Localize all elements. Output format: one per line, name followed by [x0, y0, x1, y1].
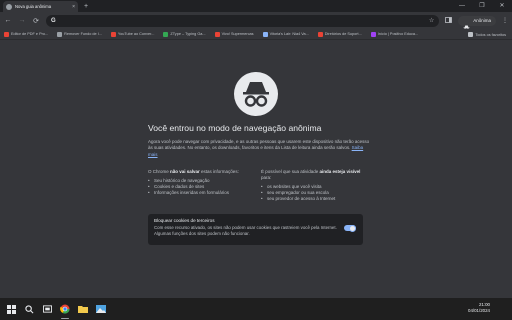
chrome-taskbar-button[interactable] [56, 298, 74, 320]
bookmark-item[interactable]: Diretórios de Suport... [317, 31, 362, 37]
bookmark-item[interactable]: Vivo! Supermercas [214, 31, 254, 37]
folder-icon [468, 32, 474, 37]
cookie-description: Com esse recurso ativado, os sites não p… [154, 225, 337, 236]
forward-button[interactable]: → [18, 17, 26, 24]
omnibox[interactable]: G ☆ [46, 14, 440, 27]
incognito-label: Anônima [473, 18, 491, 23]
reload-button[interactable]: ⟳ [32, 17, 40, 25]
cookie-title: Bloquear cookies de terceiros [154, 218, 215, 223]
bookmark-favicon-icon [57, 31, 63, 37]
bookmark-item[interactable]: Remover Fundo de I... [57, 31, 102, 37]
windows-logo-icon [6, 304, 16, 314]
incognito-profile-button[interactable]: Anônima [458, 15, 496, 31]
all-bookmarks-button[interactable]: Todos os favoritos [468, 32, 506, 37]
all-bookmarks-label: Todos os favoritos [475, 32, 506, 37]
file-explorer-button[interactable] [74, 298, 92, 320]
bookmark-label: Diretórios de Suport... [324, 32, 362, 36]
task-view-button[interactable] [38, 298, 56, 320]
bookmark-label: Início | Positivo Educa... [377, 32, 419, 36]
visible-to-heading: É possível que sua atividade ainda estej… [261, 169, 361, 180]
visible-to-list: os websites que você visitaseu empregado… [261, 184, 367, 202]
bookmark-star-icon[interactable]: ☆ [429, 17, 434, 24]
minimize-button[interactable]: — [452, 0, 472, 12]
search-button[interactable] [20, 298, 38, 320]
chrome-icon [60, 304, 70, 314]
block-cookies-toggle[interactable] [344, 224, 356, 232]
maximize-button[interactable]: ❐ [472, 0, 492, 12]
bookmark-item[interactable]: YouTube ao Conver... [110, 31, 155, 37]
close-tab-icon[interactable]: × [72, 4, 75, 10]
not-saved-list: Seu histórico de navegaçãoCookies e dado… [148, 178, 254, 196]
new-tab-button[interactable]: + [84, 1, 88, 12]
bookmark-label: Editor de PDF e Pro... [11, 32, 49, 36]
task-view-icon [42, 305, 52, 313]
menu-icon[interactable]: ⋮ [502, 17, 508, 24]
address-input[interactable] [59, 17, 425, 24]
bookmark-item[interactable]: Vitoria's Lair: Nia4 Va... [262, 31, 309, 37]
bookmark-item[interactable]: Início | Positivo Educa... [370, 31, 419, 37]
page-title: Você entrou no modo de navegação anônima [148, 123, 322, 133]
incognito-tab-icon [6, 3, 12, 10]
clock-date: 04/01/2024 [468, 308, 490, 313]
bookmark-favicon-icon [4, 31, 9, 37]
intro-text: Agora você pode navegar com privacidade,… [148, 139, 370, 158]
intro-body: Agora você pode navegar com privacidade,… [148, 139, 370, 151]
google-icon: G [51, 17, 56, 24]
search-icon [24, 304, 33, 313]
toolbar: ← → ⟳ G ☆ Anônima ⋮ [0, 12, 512, 31]
bookmark-favicon-icon [163, 31, 169, 37]
start-button[interactable] [2, 298, 20, 320]
back-button[interactable]: ← [4, 17, 12, 24]
photos-button[interactable] [92, 298, 110, 320]
system-clock[interactable]: 21:00 04/01/2024 [468, 302, 490, 314]
close-window-button[interactable]: ✕ [492, 0, 512, 12]
photos-icon [96, 305, 106, 313]
list-item: seu provedor de acesso à Internet [261, 196, 367, 202]
bookmark-label: ZType – Typing Ga... [170, 32, 206, 36]
sidebar-panel-icon[interactable] [445, 16, 453, 25]
bookmark-item[interactable]: Editor de PDF e Pro... [4, 31, 49, 37]
bookmark-label: Vitoria's Lair: Nia4 Va... [269, 32, 309, 36]
tab-title: Nova guia anônima [15, 4, 52, 9]
bookmark-label: Vivo! Supermercas [221, 32, 254, 36]
incognito-hero-icon [234, 72, 278, 116]
bookmark-favicon-icon [110, 31, 116, 37]
tab-incognito[interactable]: Nova guia anônima × [3, 1, 78, 12]
windows-taskbar: 21:00 04/01/2024 [0, 298, 512, 320]
not-saved-section: O Chrome não vai salvar estas informaçõe… [148, 169, 254, 196]
bookmarks-bar: Editor de PDF e Pro... Remover Fundo de I… [0, 29, 512, 40]
not-saved-heading: O Chrome não vai salvar estas informaçõe… [148, 169, 239, 174]
folder-icon [78, 306, 88, 313]
bookmark-favicon-icon [370, 31, 376, 37]
bookmark-label: Remover Fundo de I... [64, 32, 102, 36]
bookmark-label: YouTube ao Conver... [117, 32, 155, 36]
toggle-knob [349, 224, 356, 232]
window-controls: — ❐ ✕ [452, 0, 512, 12]
incognito-page: Você entrou no modo de navegação anônima… [0, 40, 512, 298]
visible-to-section: É possível que sua atividade ainda estej… [261, 169, 367, 202]
tab-strip: Nova guia anônima × + — ❐ ✕ [0, 0, 512, 12]
list-item: Informações inseridas em formulários [148, 190, 254, 196]
bookmark-favicon-icon [214, 31, 220, 37]
incognito-icon [463, 18, 470, 31]
bookmark-favicon-icon [262, 31, 268, 37]
bookmark-favicon-icon [317, 31, 323, 37]
bookmark-item[interactable]: ZType – Typing Ga... [163, 31, 206, 37]
third-party-cookies-card: Bloquear cookies de terceiros Com esse r… [148, 214, 363, 245]
